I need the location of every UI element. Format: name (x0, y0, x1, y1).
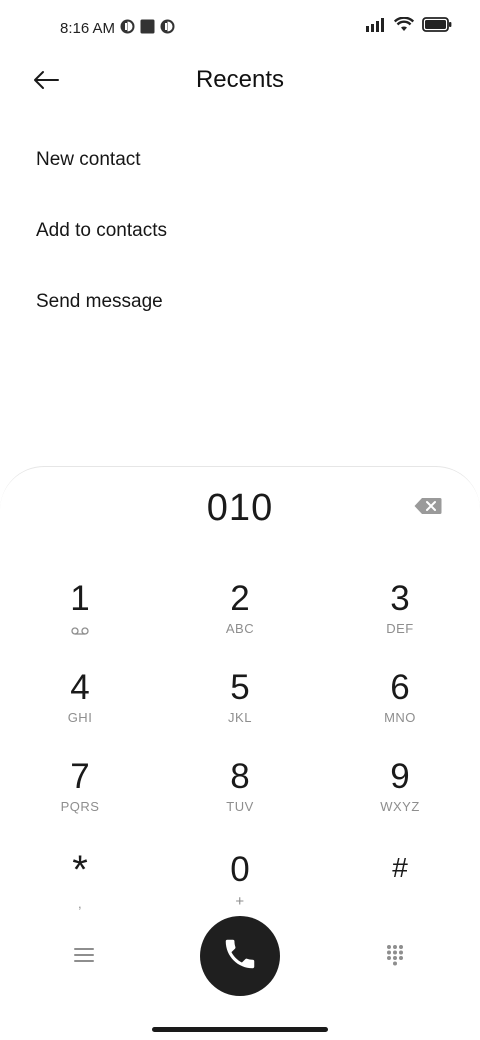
new-contact-option[interactable]: New contact (0, 124, 480, 195)
backspace-button[interactable] (410, 495, 446, 521)
hamburger-menu-icon (74, 947, 94, 968)
key-digit: 2 (230, 579, 250, 618)
key-star[interactable]: * , (0, 834, 160, 923)
send-message-option[interactable]: Send message (0, 266, 480, 337)
square-notification-icon (140, 19, 155, 38)
key-letters: MNO (384, 710, 416, 725)
key-2[interactable]: 2 ABC (160, 567, 320, 656)
key-digit: 7 (70, 757, 90, 796)
key-digit: 8 (230, 757, 250, 796)
key-5[interactable]: 5 JKL (160, 656, 320, 745)
signal-icon (366, 17, 386, 37)
key-letters: TUV (226, 799, 254, 814)
battery-icon (422, 17, 452, 37)
voicemail-icon (71, 623, 89, 641)
key-letters: ABC (225, 621, 255, 636)
keypad: 1 2 ABC 3 DEF 4 GHI 5 JKL 6 MNO 7 PQRS 8… (0, 567, 480, 923)
dialer-sheet: 010 1 2 ABC 3 DEF 4 GHI 5 JKL 6 MNO 7 PQ… (0, 466, 480, 1040)
page-title: Recents (195, 66, 285, 93)
key-7[interactable]: 7 PQRS (0, 745, 160, 834)
status-bar: 8:16 AM (0, 0, 480, 56)
call-button[interactable] (200, 916, 280, 996)
app-notification-icon (120, 19, 135, 38)
key-digit: 0 (230, 850, 250, 889)
home-indicator[interactable] (152, 1027, 328, 1032)
status-left: 8:16 AM (60, 17, 175, 39)
key-digit: 4 (70, 668, 90, 707)
key-letters: GHI (67, 710, 93, 725)
keypad-row: * , 0 + # (0, 834, 480, 923)
phone-icon (221, 935, 259, 978)
key-letters: DEF (386, 621, 414, 636)
app-notification-icon (160, 19, 175, 38)
key-0[interactable]: 0 + (160, 834, 320, 923)
keypad-row: 4 GHI 5 JKL 6 MNO (0, 656, 480, 745)
key-digit: # (392, 852, 408, 883)
dialer-actions (0, 915, 480, 997)
key-letters: , (77, 896, 83, 911)
backspace-icon (414, 497, 442, 520)
key-1[interactable]: 1 (0, 567, 160, 656)
key-6[interactable]: 6 MNO (320, 656, 480, 745)
key-digit: * (72, 848, 88, 892)
add-to-contacts-option[interactable]: Add to contacts (0, 195, 480, 266)
key-4[interactable]: 4 GHI (0, 656, 160, 745)
key-letters: PQRS (60, 799, 100, 814)
key-digit: 6 (390, 668, 410, 707)
app-header: Recents (0, 56, 480, 106)
status-right (366, 16, 452, 38)
key-8[interactable]: 8 TUV (160, 745, 320, 834)
menu-list: New contact Add to contacts Send message (0, 124, 480, 337)
status-time: 8:16 AM (60, 19, 116, 37)
menu-button[interactable] (64, 937, 104, 977)
key-hash[interactable]: # (320, 834, 480, 923)
dialpad-toggle-button[interactable] (375, 937, 415, 977)
dialed-number: 010 (206, 487, 274, 529)
keypad-row: 7 PQRS 8 TUV 9 WXYZ (0, 745, 480, 834)
dialpad-icon (386, 944, 404, 971)
key-3[interactable]: 3 DEF (320, 567, 480, 656)
key-digit: 3 (390, 579, 410, 618)
key-digit: 1 (70, 579, 90, 618)
key-letters: WXYZ (380, 799, 420, 814)
key-9[interactable]: 9 WXYZ (320, 745, 480, 834)
wifi-icon (393, 16, 415, 37)
key-letters: + (235, 893, 245, 910)
key-digit: 5 (230, 668, 250, 707)
key-letters: JKL (228, 710, 252, 725)
keypad-row: 1 2 ABC 3 DEF (0, 567, 480, 656)
key-digit: 9 (390, 757, 410, 796)
